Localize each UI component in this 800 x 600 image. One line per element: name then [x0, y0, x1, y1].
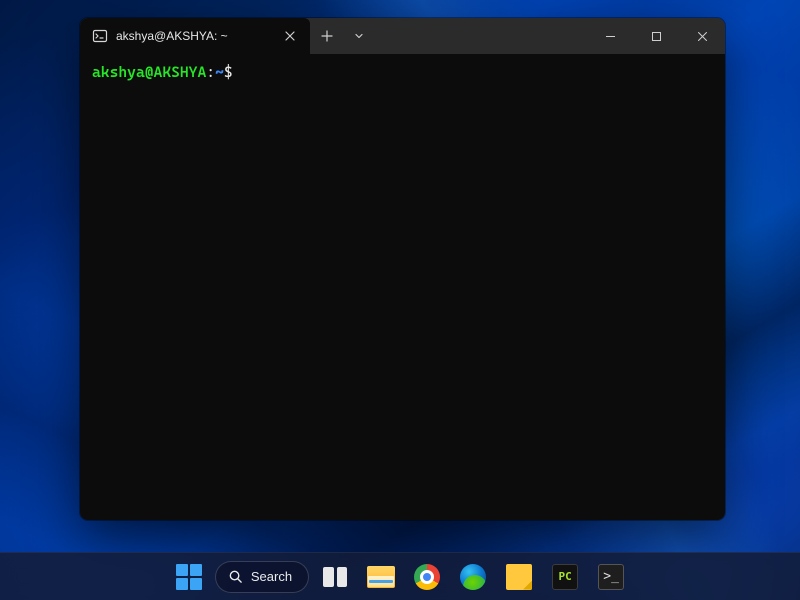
search-icon	[228, 569, 243, 584]
edge-icon	[460, 564, 486, 590]
tab-title: akshya@AKSHYA: ~	[116, 29, 272, 43]
task-view-button[interactable]	[315, 557, 355, 597]
terminal-taskbar-button[interactable]: >_	[591, 557, 631, 597]
terminal-body[interactable]: akshya@AKSHYA:~$	[80, 54, 725, 520]
prompt-path: ~	[215, 63, 224, 81]
start-button[interactable]	[169, 557, 209, 597]
taskbar-search[interactable]: Search	[215, 561, 309, 593]
window-titlebar[interactable]: akshya@AKSHYA: ~	[80, 18, 725, 54]
edge-button[interactable]	[453, 557, 493, 597]
sticky-notes-icon	[506, 564, 532, 590]
chrome-icon	[414, 564, 440, 590]
file-explorer-button[interactable]	[361, 557, 401, 597]
tab-dropdown-button[interactable]	[344, 18, 374, 54]
new-tab-button[interactable]	[310, 18, 344, 54]
maximize-button[interactable]	[633, 18, 679, 54]
file-explorer-icon	[367, 566, 395, 588]
terminal-tab[interactable]: akshya@AKSHYA: ~	[80, 18, 310, 54]
terminal-window: akshya@AKSHYA: ~ akshy	[80, 18, 725, 520]
prompt-separator: :	[206, 63, 215, 81]
tab-actions	[310, 18, 374, 54]
windows-logo-icon	[176, 564, 202, 590]
window-controls	[587, 18, 725, 54]
tab-close-button[interactable]	[280, 26, 300, 46]
taskbar: Search PC >_	[0, 552, 800, 600]
prompt-symbol: $	[224, 63, 233, 81]
pycharm-icon: PC	[552, 564, 578, 590]
terminal-profile-icon	[92, 28, 108, 44]
titlebar-drag-area[interactable]	[374, 18, 587, 54]
pycharm-button[interactable]: PC	[545, 557, 585, 597]
sticky-notes-button[interactable]	[499, 557, 539, 597]
chrome-button[interactable]	[407, 557, 447, 597]
task-view-icon	[323, 567, 347, 587]
minimize-button[interactable]	[587, 18, 633, 54]
close-button[interactable]	[679, 18, 725, 54]
prompt-user-host: akshya@AKSHYA	[92, 63, 206, 81]
terminal-icon: >_	[598, 564, 624, 590]
search-label: Search	[251, 569, 292, 584]
